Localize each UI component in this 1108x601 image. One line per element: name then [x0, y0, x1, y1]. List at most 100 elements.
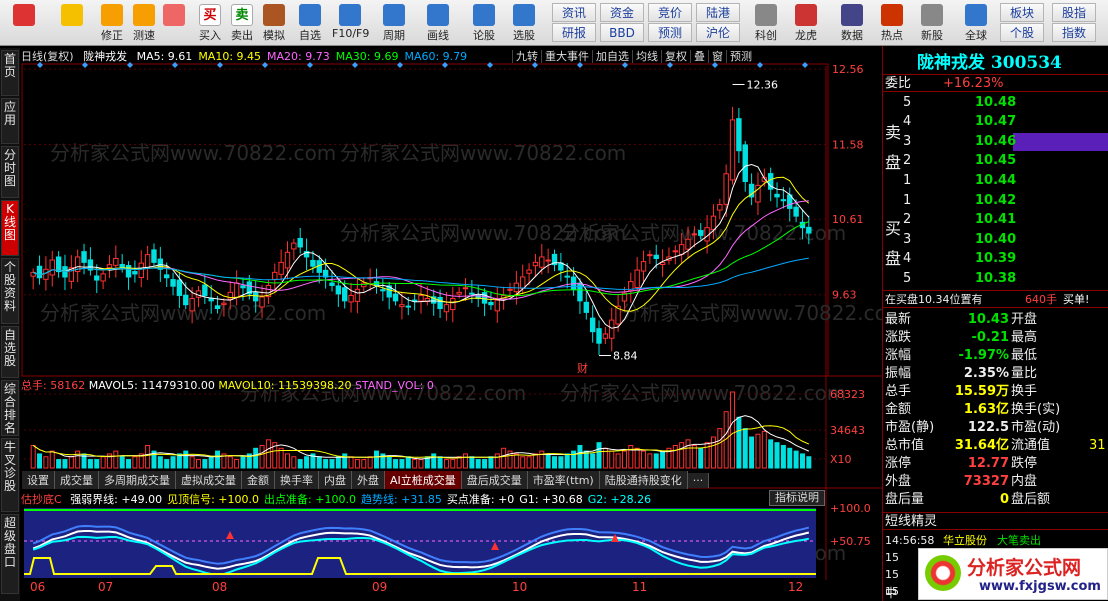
- quick-button[interactable]: 股指: [1052, 3, 1096, 22]
- high-label: 12.36: [747, 78, 779, 91]
- chart-toolbar-button[interactable]: 均线: [632, 50, 661, 63]
- candle-body: [780, 199, 787, 202]
- chart-toolbar-button[interactable]: 预测: [726, 50, 755, 63]
- indicator-tab[interactable]: AI立桩成交量: [385, 471, 462, 489]
- chart-period[interactable]: 日线(复权): [21, 50, 74, 63]
- candle-body: [723, 173, 729, 205]
- ask-level: 1: [903, 172, 912, 188]
- quick-button[interactable]: 板块: [1000, 3, 1044, 22]
- candle-body: [81, 251, 87, 263]
- indicator-tab[interactable]: ···: [687, 473, 710, 488]
- volume-bar: [799, 453, 805, 469]
- stat-value: 10.43: [967, 312, 1009, 327]
- toolbar-label: 全球: [965, 29, 987, 42]
- volume-bar: [405, 456, 411, 469]
- volume-bar: [532, 453, 538, 469]
- indicator-tab[interactable]: 虚拟成交量: [176, 471, 242, 489]
- candle-body: [488, 301, 494, 306]
- indicator-tab[interactable]: 外盘: [352, 471, 385, 489]
- stat-value: 73327: [963, 474, 1009, 489]
- candle-body: [494, 299, 500, 312]
- indicator-tab[interactable]: 换手率: [275, 471, 319, 489]
- indicator-name[interactable]: 估抄底C: [21, 493, 62, 506]
- bid-price: 10.39: [975, 251, 1017, 267]
- candle-body: [698, 230, 704, 236]
- bid-row[interactable]: 1 10.42: [883, 192, 1108, 210]
- stat-label: 涨停: [885, 456, 912, 471]
- volume-bar: [189, 456, 195, 469]
- candle-body: [640, 261, 647, 272]
- bid-row[interactable]: 3 10.40: [883, 231, 1108, 249]
- indicator-tab[interactable]: 市盈率(ttm): [527, 471, 600, 489]
- chart-toolbar-button[interactable]: 重大事件: [541, 50, 592, 63]
- candle-body: [678, 244, 685, 255]
- indicator-tab[interactable]: 陆股通持股变化: [599, 471, 688, 489]
- candle-body: [138, 262, 144, 279]
- bid-row[interactable]: 2 10.41: [883, 211, 1108, 229]
- volume-bar: [615, 453, 621, 469]
- globe-button[interactable]: 全球: [958, 2, 994, 44]
- volume-bar: [621, 450, 627, 469]
- chart-toolbar-button[interactable]: 叠: [690, 50, 708, 63]
- candle-body: [335, 285, 342, 295]
- indicator-help-button[interactable]: 指标说明: [769, 490, 825, 506]
- ask-row[interactable]: 4 10.47: [883, 113, 1108, 131]
- stat-value: 1.63亿: [963, 402, 1009, 417]
- bid-level: 5: [903, 270, 912, 286]
- indicator-value: G2: +28.26: [587, 493, 652, 506]
- chart-toolbar-button[interactable]: 复权: [661, 50, 690, 63]
- volume-bar: [755, 433, 761, 469]
- volume-bar: [806, 456, 812, 469]
- quick-button[interactable]: 指数: [1052, 23, 1096, 42]
- ask-row[interactable]: 1 10.44: [883, 172, 1108, 190]
- chart-toolbar-button[interactable]: 九转: [512, 50, 541, 63]
- quote-stat-row: 涨跌 -0.21 最高: [883, 329, 1108, 347]
- volume-bar: [62, 459, 68, 469]
- volume-bar: [259, 444, 265, 469]
- candle-body: [310, 259, 316, 267]
- volume-bar: [780, 444, 786, 469]
- stat-right-label: 跌停: [1011, 456, 1038, 471]
- indicator-tab[interactable]: 盘后成交量: [461, 471, 528, 489]
- ask-row[interactable]: 3 10.46: [883, 132, 1108, 151]
- indicator-tab[interactable]: 金额: [242, 471, 275, 489]
- financial-report-marker[interactable]: 财: [577, 361, 588, 375]
- volume-bar: [297, 459, 303, 469]
- volume-bar: [393, 459, 399, 469]
- bid-row[interactable]: 4 10.39: [883, 250, 1108, 268]
- quote-stat-row: 外盘 73327 内盘: [883, 473, 1108, 491]
- ask-row[interactable]: 5 10.48: [883, 94, 1108, 112]
- chart-toolbar-button[interactable]: 加自选: [592, 50, 632, 63]
- volume-bar: [208, 456, 214, 469]
- indicator-tab[interactable]: 成交量: [55, 471, 99, 489]
- volume-bar: [367, 456, 373, 469]
- stat-label: 盘后量: [885, 492, 925, 507]
- chart-toolbar-button[interactable]: 窗: [708, 50, 726, 63]
- candle-body: [481, 292, 488, 304]
- indicator-tab[interactable]: 内盘: [319, 471, 352, 489]
- candle-body: [380, 289, 386, 292]
- short-line-title[interactable]: 短线精灵: [883, 512, 1108, 530]
- volume-bar: [520, 456, 526, 469]
- indicator-tab[interactable]: 多周期成交量: [99, 471, 176, 489]
- ask-level: 4: [903, 114, 912, 130]
- ask-row[interactable]: 2 10.45: [883, 152, 1108, 170]
- kline-chart[interactable]: 分析家公式网www.70822.com 分析家公式网www.70822.com分析…: [0, 0, 882, 601]
- candle-body: [793, 206, 799, 217]
- quote-stat-row: 总手 15.59万 换手: [883, 383, 1108, 401]
- candle-body: [214, 305, 221, 310]
- candle-body: [545, 259, 551, 262]
- volume-bar: [56, 459, 62, 469]
- stat-value: 31.64亿: [954, 438, 1009, 453]
- watermark-text: 分析家公式网www.70822.com: [50, 141, 336, 165]
- stat-label: 总市值: [885, 438, 925, 453]
- ipo-button[interactable]: 新股: [914, 2, 950, 44]
- volume-bar: [348, 456, 354, 469]
- quick-button[interactable]: 个股: [1000, 23, 1044, 42]
- volume-bar: [195, 459, 201, 469]
- volume-bar: [202, 459, 208, 469]
- bid-row[interactable]: 5 10.38: [883, 270, 1108, 288]
- indicator-tab[interactable]: 设置: [22, 471, 55, 489]
- volume-bar: [240, 456, 246, 469]
- ask-level: 3: [903, 133, 912, 149]
